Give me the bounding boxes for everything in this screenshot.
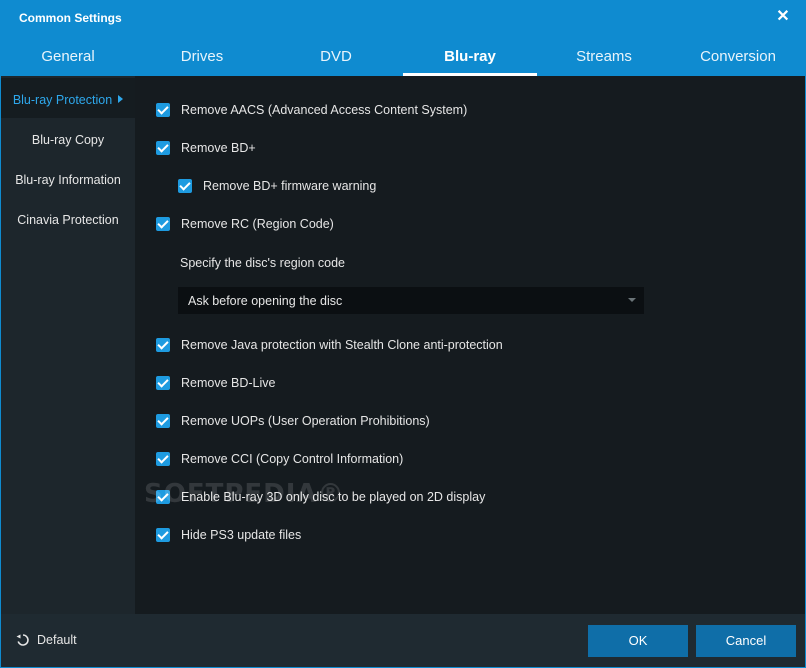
sidebar-item-label: Blu-ray Protection: [12, 93, 113, 107]
option-remove-cci[interactable]: Remove CCI (Copy Control Information): [156, 449, 403, 469]
tab-general[interactable]: General: [1, 37, 135, 76]
reset-icon: [16, 634, 29, 646]
option-remove-rc[interactable]: Remove RC (Region Code): [156, 214, 334, 234]
sidebar-item-cinavia-protection[interactable]: Cinavia Protection: [1, 198, 135, 238]
default-label: Default: [37, 633, 77, 647]
settings-window: Common Settings ✕ General Drives DVD Blu…: [0, 0, 806, 668]
tab-dvd[interactable]: DVD: [269, 37, 403, 76]
option-remove-bd-plus-firmware-warning[interactable]: Remove BD+ firmware warning: [178, 176, 376, 196]
option-label: Hide PS3 update files: [181, 528, 302, 542]
region-code-value: Ask before opening the disc: [188, 294, 343, 308]
checkbox-checked-icon[interactable]: [156, 338, 170, 352]
window-title: Common Settings: [19, 11, 122, 25]
sidebar-item-label: Blu-ray Copy: [31, 133, 105, 147]
option-hide-ps3-update-files[interactable]: Hide PS3 update files: [156, 525, 301, 545]
option-remove-java-protection[interactable]: Remove Java protection with Stealth Clon…: [156, 335, 503, 355]
checkbox-checked-icon[interactable]: [156, 528, 170, 542]
option-label: Remove AACS (Advanced Access Content Sys…: [181, 103, 468, 117]
option-label: Remove Java protection with Stealth Clon…: [181, 338, 503, 352]
sidebar-item-label: Blu-ray Information: [15, 173, 121, 187]
option-remove-aacs[interactable]: Remove AACS (Advanced Access Content Sys…: [156, 100, 467, 120]
sidebar-item-blu-ray-protection[interactable]: Blu-ray Protection: [1, 78, 135, 118]
tab-conversion[interactable]: Conversion: [671, 37, 805, 76]
option-label: Remove BD+: [181, 141, 256, 155]
tab-streams[interactable]: Streams: [537, 37, 671, 76]
option-label: Remove CCI (Copy Control Information): [181, 452, 404, 466]
option-label: Remove RC (Region Code): [181, 217, 334, 231]
option-remove-uops[interactable]: Remove UOPs (User Operation Prohibitions…: [156, 411, 430, 431]
ok-button[interactable]: OK: [588, 625, 688, 657]
region-code-select[interactable]: Ask before opening the disc: [178, 287, 644, 314]
checkbox-checked-icon[interactable]: [156, 141, 170, 155]
tab-drives[interactable]: Drives: [135, 37, 269, 76]
option-remove-bd-live[interactable]: Remove BD-Live: [156, 373, 275, 393]
sidebar-item-blu-ray-copy[interactable]: Blu-ray Copy: [1, 118, 135, 158]
option-remove-bd-plus[interactable]: Remove BD+: [156, 138, 256, 158]
checkbox-checked-icon[interactable]: [156, 103, 170, 117]
checkbox-checked-icon[interactable]: [156, 217, 170, 231]
checkbox-checked-icon[interactable]: [178, 179, 192, 193]
checkbox-checked-icon[interactable]: [156, 414, 170, 428]
region-code-label: Specify the disc's region code: [180, 256, 345, 270]
option-enable-3d-on-2d[interactable]: Enable Blu-ray 3D only disc to be played…: [156, 487, 485, 507]
option-label: Enable Blu-ray 3D only disc to be played…: [181, 490, 486, 504]
option-label: Remove BD+ firmware warning: [203, 179, 377, 193]
tab-blu-ray[interactable]: Blu-ray: [403, 37, 537, 76]
chevron-down-icon: [628, 298, 636, 302]
option-label: Remove UOPs (User Operation Prohibitions…: [181, 414, 430, 428]
checkbox-checked-icon[interactable]: [156, 490, 170, 504]
option-label: Remove BD-Live: [181, 376, 276, 390]
caret-right-icon: [118, 95, 124, 103]
sidebar: Blu-ray Protection Blu-ray Copy Blu-ray …: [1, 76, 135, 614]
checkbox-checked-icon[interactable]: [156, 452, 170, 466]
sidebar-item-label: Cinavia Protection: [17, 213, 119, 227]
title-bar: Common Settings ✕ General Drives DVD Blu…: [1, 1, 805, 76]
tab-bar: General Drives DVD Blu-ray Streams Conve…: [1, 37, 805, 76]
cancel-button[interactable]: Cancel: [696, 625, 796, 657]
close-icon[interactable]: ✕: [773, 7, 793, 27]
default-button[interactable]: Default: [15, 632, 77, 648]
settings-panel: Remove AACS (Advanced Access Content Sys…: [135, 76, 805, 614]
footer: Default OK Cancel: [1, 614, 805, 667]
sidebar-item-blu-ray-information[interactable]: Blu-ray Information: [1, 158, 135, 198]
checkbox-checked-icon[interactable]: [156, 376, 170, 390]
